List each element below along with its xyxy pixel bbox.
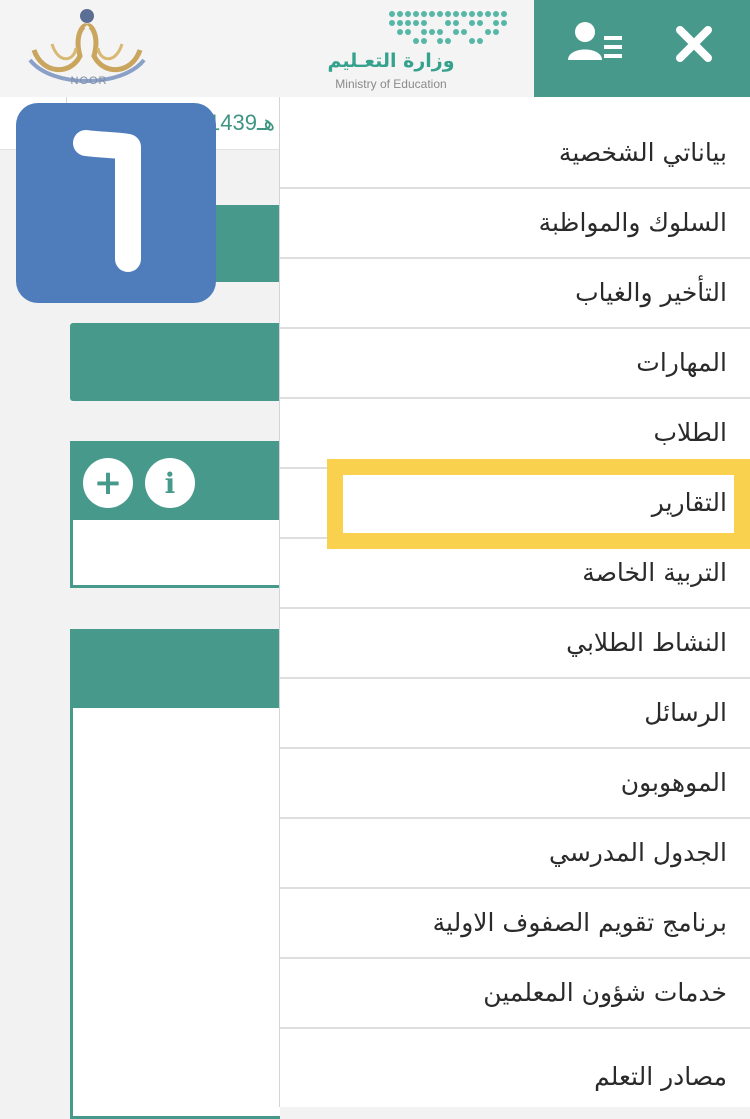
menu-item-label: النشاط الطلابي — [566, 628, 727, 657]
menu-item-label: الجدول المدرسي — [548, 838, 727, 867]
reports-highlight-frame — [327, 459, 750, 549]
menu-item-absence[interactable]: التأخير والغياب — [280, 259, 750, 329]
menu-item-label: الطلاب — [653, 418, 727, 447]
menu-item-teacher-services[interactable]: خدمات شؤون المعلمين — [280, 959, 750, 1029]
content-card-large — [70, 629, 280, 1119]
menu-item-label: برنامج تقويم الصفوف الاولية — [432, 908, 727, 937]
menu-item-gifted[interactable]: الموهوبون — [280, 749, 750, 819]
ministry-name-ar: وزارة التعـليم — [327, 50, 455, 72]
step-number-badge — [16, 103, 216, 303]
section-panel[interactable] — [70, 323, 280, 401]
menu-item-learning-resources[interactable]: مصادر التعلم — [280, 1029, 750, 1099]
menu-item-student-activity[interactable]: النشاط الطلابي — [280, 609, 750, 679]
plus-icon[interactable]: + — [83, 458, 133, 508]
menu-item-label: خدمات شؤون المعلمين — [483, 978, 727, 1007]
user-list-icon[interactable] — [568, 20, 624, 66]
menu-item-personal-data[interactable]: بياناتي الشخصية — [280, 119, 750, 189]
menu-item-special-education[interactable]: التربية الخاصة — [280, 539, 750, 609]
menu-item-label: المهارات — [636, 348, 727, 377]
menu-item-label: التأخير والغياب — [575, 278, 727, 307]
menu-item-school-schedule[interactable]: الجدول المدرسي — [280, 819, 750, 889]
content-card: + i — [70, 441, 280, 588]
menu-item-label: السلوك والمواظبة — [538, 208, 727, 237]
menu-item-label: الرسائل — [644, 698, 727, 727]
noor-brand-text: NOOR — [70, 75, 108, 87]
menu-item-early-grades-evaluation[interactable]: برنامج تقويم الصفوف الاولية — [280, 889, 750, 959]
menu-item-label: التربية الخاصة — [582, 558, 727, 587]
menu-item-behavior[interactable]: السلوك والمواظبة — [280, 189, 750, 259]
side-menu: بياناتي الشخصية السلوك والمواظبة التأخير… — [279, 97, 750, 1107]
menu-item-skills[interactable]: المهارات — [280, 329, 750, 399]
menu-item-label: الموهوبون — [620, 768, 727, 797]
menu-item-label: مصادر التعلم — [594, 1062, 727, 1091]
menu-item-label: بياناتي الشخصية — [558, 138, 727, 167]
card-header — [73, 632, 280, 708]
app-header: NOOR وزارة التعـليم Ministry of Educatio… — [0, 0, 750, 98]
header-actions — [534, 0, 750, 97]
close-icon[interactable] — [674, 24, 714, 64]
info-icon[interactable]: i — [145, 458, 195, 508]
menu-item-messages[interactable]: الرسائل — [280, 679, 750, 749]
ministry-name-en: Ministry of Education — [335, 77, 447, 91]
hijri-date: 1439هـ — [208, 110, 275, 135]
step-number-glyph — [73, 130, 141, 272]
